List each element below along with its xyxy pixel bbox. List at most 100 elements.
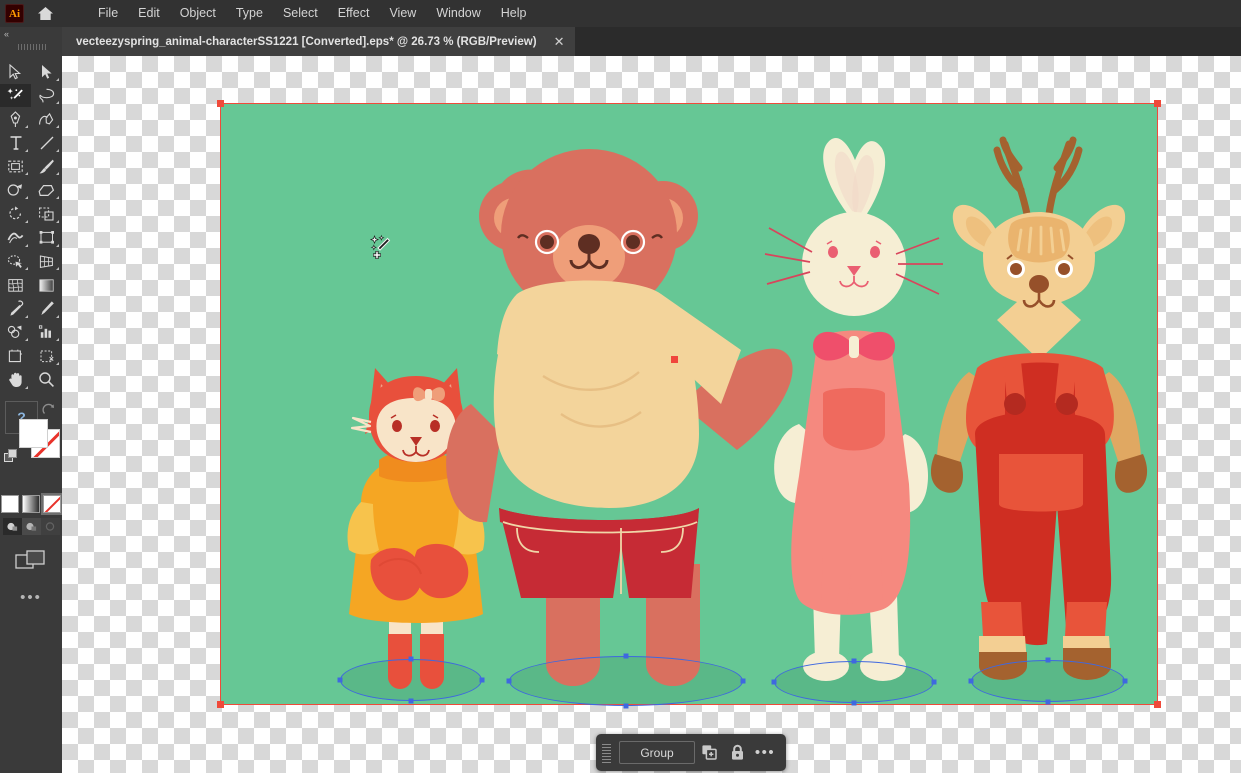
type-tool[interactable] (0, 131, 31, 155)
shaper-tool[interactable] (0, 178, 31, 202)
direct-selection-tool[interactable] (31, 60, 62, 84)
draw-inside-button[interactable] (40, 517, 60, 535)
eraser-tool[interactable] (31, 178, 62, 202)
tool-flyout-indicator (56, 243, 59, 247)
menu-item-window[interactable]: Window (426, 0, 490, 27)
fill-color-swatch[interactable] (19, 418, 48, 448)
default-fill-stroke-button[interactable] (4, 448, 18, 463)
app-logo-icon: Ai (5, 4, 24, 23)
more-tools-button[interactable]: ••• (0, 589, 62, 606)
canvas-area[interactable] (62, 56, 1241, 773)
draw-mode-row (0, 517, 62, 535)
rectangle-tool[interactable] (0, 155, 31, 179)
stray-anchor-point (671, 356, 678, 363)
hand-tool[interactable] (0, 368, 31, 392)
free-transform-tool[interactable] (31, 226, 62, 250)
selection-type-label: Group (640, 745, 674, 760)
selection-type-field[interactable]: Group (619, 741, 695, 764)
slice-tool[interactable] (31, 344, 62, 368)
tool-flyout-indicator (56, 219, 59, 223)
symbol-sprayer-tool[interactable] (0, 321, 31, 345)
zoom-tool[interactable] (31, 368, 62, 392)
tool-flyout-indicator (56, 196, 59, 200)
duplicate-plus-icon (701, 745, 717, 760)
paintbrush-tool[interactable] (31, 155, 62, 179)
draw-behind-button[interactable] (21, 517, 41, 535)
pen-tool[interactable] (0, 107, 31, 131)
screen-mode-button[interactable] (0, 549, 62, 573)
tool-flyout-indicator (56, 338, 59, 342)
menu-item-help[interactable]: Help (491, 0, 537, 27)
menu-items: File Edit Object Type Select Effect View… (88, 0, 537, 27)
properties-control-bar: Group ••• (596, 734, 786, 771)
curvature-tool[interactable] (31, 107, 62, 131)
shape-builder-tool[interactable] (0, 250, 31, 274)
scale-tool[interactable] (31, 202, 62, 226)
tool-flyout-indicator (25, 172, 28, 176)
menu-item-select[interactable]: Select (273, 0, 328, 27)
tool-flyout-indicator (56, 77, 59, 81)
mesh-tool[interactable] (0, 273, 31, 297)
gradient-tool[interactable] (31, 273, 62, 297)
toolbar-divider (0, 392, 62, 399)
fill-stroke-controls: ? (0, 400, 62, 493)
control-bar-drag-grip[interactable] (602, 742, 611, 763)
tool-flyout-indicator (56, 267, 59, 271)
tool-flyout-indicator (56, 125, 59, 129)
lock-button[interactable] (723, 739, 751, 767)
lasso-tool[interactable] (31, 84, 62, 108)
close-icon[interactable]: ✕ (554, 35, 565, 48)
tool-flyout-indicator (56, 148, 59, 152)
line-segment-tool[interactable] (31, 131, 62, 155)
group-selection-button[interactable] (695, 739, 723, 767)
toolbar-drag-grip[interactable] (18, 44, 46, 50)
tool-flyout-indicator (25, 196, 28, 200)
document-tab-bar: vecteezyspring_animal-characterSS1221 [C… (62, 27, 1241, 56)
menu-item-object[interactable]: Object (170, 0, 226, 27)
ellipsis-icon: ••• (754, 744, 776, 761)
lock-icon (731, 744, 743, 760)
tool-flyout-indicator (56, 172, 59, 176)
tool-flyout-indicator (25, 314, 28, 318)
menu-item-type[interactable]: Type (226, 0, 273, 27)
tool-flyout-indicator (25, 267, 28, 271)
rotate-tool[interactable] (0, 202, 31, 226)
draw-normal-button[interactable] (2, 517, 22, 535)
magic-wand-tool[interactable] (0, 83, 31, 108)
color-mode-button[interactable] (1, 494, 19, 513)
perspective-grid-tool[interactable] (31, 250, 62, 274)
tool-flyout-indicator (25, 243, 28, 247)
tool-flyout-indicator (56, 101, 59, 105)
tool-flyout-indicator (25, 148, 28, 152)
more-options-button[interactable]: ••• (751, 739, 779, 767)
blend-tool[interactable] (31, 297, 62, 321)
tool-flyout-indicator (56, 314, 59, 318)
document-tab[interactable]: vecteezyspring_animal-characterSS1221 [C… (62, 27, 577, 56)
bear-character[interactable] (446, 149, 793, 686)
artboard-tool[interactable] (0, 344, 31, 368)
tool-flyout-indicator (25, 125, 28, 129)
selection-tool[interactable] (0, 60, 31, 84)
menu-item-file[interactable]: File (88, 0, 128, 27)
menu-item-edit[interactable]: Edit (128, 0, 170, 27)
illustrator-window: Ai File Edit Object Type Select Effect V… (0, 0, 1241, 773)
width-tool[interactable] (0, 226, 31, 250)
tool-flyout-indicator (25, 338, 28, 342)
tool-flyout-indicator (25, 385, 28, 389)
fill-mode-row (0, 492, 63, 515)
artboard-wrapper (217, 100, 1161, 709)
tool-flyout-indicator (56, 361, 59, 365)
none-mode-button[interactable] (41, 492, 63, 515)
tool-grid (0, 60, 62, 392)
column-graph-tool[interactable] (31, 321, 62, 345)
menu-item-effect[interactable]: Effect (328, 0, 380, 27)
document-tab-label: vecteezyspring_animal-characterSS1221 [C… (76, 35, 537, 48)
rabbit-character[interactable] (764, 134, 943, 681)
panel-collapse-strip: « (0, 27, 62, 56)
gradient-mode-button[interactable] (22, 494, 40, 513)
menu-item-view[interactable]: View (379, 0, 426, 27)
home-icon[interactable] (32, 1, 58, 27)
collapse-panel-icon[interactable]: « (4, 29, 9, 39)
deer-character[interactable] (930, 136, 1148, 680)
eyedropper-tool[interactable] (0, 297, 31, 321)
